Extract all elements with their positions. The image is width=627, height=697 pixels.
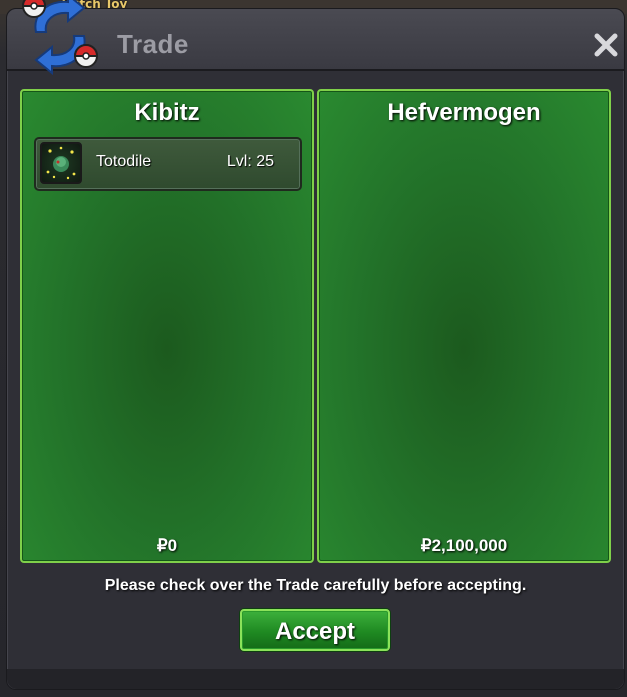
close-icon — [594, 33, 618, 57]
left-trade-panel: Kibitz Totodile Lvl: 25 ₽0 — [20, 89, 314, 563]
trade-swap-icon — [21, 0, 99, 76]
accept-button[interactable]: Accept — [240, 609, 390, 651]
left-trader-money: ₽0 — [156, 536, 178, 555]
trade-window: Trade Kibitz Totodile Lvl: 25 ₽0 Hefverm… — [6, 8, 625, 690]
trade-item-slot[interactable]: Totodile Lvl: 25 — [34, 137, 302, 191]
window-title: Trade — [117, 29, 189, 59]
window-bottom-bar — [7, 669, 624, 689]
trade-item-level: Lvl: 25 — [226, 153, 274, 170]
left-trader-name: Kibitz — [134, 99, 200, 126]
right-trader-money: ₽2,100,000 — [420, 536, 508, 555]
trade-item-name: Totodile — [96, 153, 152, 170]
close-button[interactable] — [592, 31, 620, 59]
right-trader-name: Hefvermogen — [387, 99, 541, 126]
trade-notice: Please check over the Trade carefully be… — [104, 577, 527, 594]
pokemon-sprite-icon — [40, 142, 82, 184]
right-trade-panel: Hefvermogen ₽2,100,000 — [317, 89, 611, 563]
